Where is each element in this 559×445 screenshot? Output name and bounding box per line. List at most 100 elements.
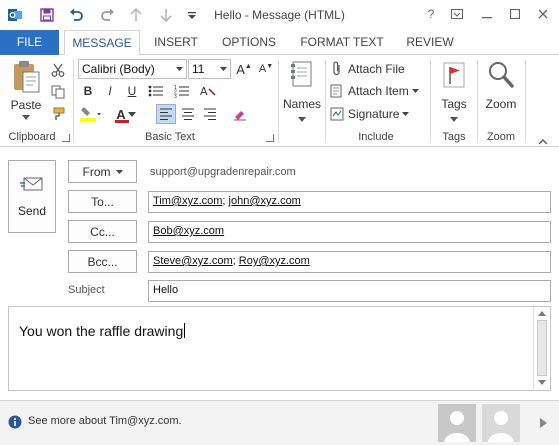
- redo-icon[interactable]: [98, 6, 116, 24]
- maximize-icon[interactable]: [504, 4, 526, 24]
- align-right-button[interactable]: [200, 104, 220, 124]
- copy-icon[interactable]: [48, 82, 68, 102]
- basic-text-launcher-icon[interactable]: [266, 134, 274, 142]
- paste-label: Paste: [10, 98, 42, 112]
- format-painter-icon[interactable]: [48, 104, 68, 124]
- font-size-value: 11: [192, 62, 205, 76]
- send-envelope-icon: [20, 175, 44, 196]
- signature-label: Signature: [348, 107, 400, 121]
- cut-icon[interactable]: [48, 60, 68, 80]
- close-icon[interactable]: [532, 4, 554, 24]
- undo-icon[interactable]: [67, 6, 85, 24]
- font-color-swatch: [115, 120, 129, 123]
- zoom-button[interactable]: Zoom: [480, 60, 522, 111]
- scroll-down-icon[interactable]: [538, 380, 546, 385]
- bcc-button[interactable]: Bcc...: [68, 250, 137, 273]
- svg-text:A: A: [200, 85, 208, 98]
- tags-button[interactable]: Tags: [434, 60, 474, 122]
- bullets-icon[interactable]: [146, 81, 166, 101]
- underline-button[interactable]: U: [122, 81, 142, 101]
- tags-label: Tags: [441, 97, 467, 111]
- from-button[interactable]: From: [68, 160, 137, 183]
- recipient[interactable]: Tim@xyz.com: [153, 195, 222, 207]
- recipient[interactable]: Bob@xyz.com: [153, 225, 224, 237]
- address-book-icon: [289, 60, 315, 93]
- to-field[interactable]: Tim@xyz.com; john@xyz.com: [148, 191, 551, 213]
- italic-button[interactable]: I: [100, 81, 120, 101]
- font-name-combo[interactable]: Calibri (Body): [78, 59, 187, 79]
- bold-button[interactable]: B: [78, 81, 98, 101]
- group-divider: [325, 60, 326, 143]
- align-left-button[interactable]: [156, 104, 176, 124]
- see-more-link[interactable]: See more about Tim@xyz.com.: [28, 415, 182, 427]
- to-button[interactable]: To...: [68, 190, 137, 213]
- recipient[interactable]: john@xyz.com: [229, 195, 301, 207]
- send-label: Send: [17, 204, 47, 218]
- chevron-down-icon: [220, 67, 227, 71]
- paperclip-icon: [330, 61, 348, 77]
- tab-options[interactable]: OPTIONS: [214, 30, 284, 55]
- clear-formatting-icon[interactable]: A: [198, 81, 218, 101]
- group-divider: [525, 60, 526, 143]
- attach-file-button[interactable]: Attach File: [330, 59, 405, 79]
- chevron-down-icon: [176, 67, 183, 71]
- subject-label: Subject: [68, 284, 105, 296]
- paste-button[interactable]: Paste: [6, 60, 46, 120]
- bcc-field[interactable]: Steve@xyz.com; Roy@xyz.com: [148, 251, 551, 273]
- include-group-label: Include: [358, 131, 394, 143]
- message-body[interactable]: You won the raffle drawing: [8, 306, 551, 391]
- chevron-down-icon: [22, 115, 30, 120]
- attach-item-label: Attach Item: [348, 84, 409, 98]
- scroll-thumb[interactable]: [537, 320, 547, 376]
- collapse-ribbon-icon[interactable]: [538, 134, 548, 145]
- body-scrollbar[interactable]: [533, 307, 550, 390]
- names-button[interactable]: Names: [282, 60, 322, 122]
- grow-font-icon[interactable]: A ▲: [234, 59, 254, 79]
- recipient[interactable]: Roy@xyz.com: [239, 255, 310, 267]
- cc-button[interactable]: Cc...: [68, 220, 137, 243]
- align-center-button[interactable]: [178, 104, 198, 124]
- numbering-icon[interactable]: 123: [172, 81, 192, 101]
- group-divider: [477, 60, 478, 143]
- cc-field[interactable]: Bob@xyz.com: [148, 221, 551, 243]
- svg-text:3: 3: [174, 94, 177, 98]
- group-divider: [430, 60, 431, 143]
- attach-item-button[interactable]: Attach Item: [330, 81, 419, 101]
- signature-icon: [330, 106, 348, 122]
- down-arrow-icon[interactable]: [157, 6, 175, 24]
- chevron-down-icon: [450, 117, 458, 122]
- tab-review[interactable]: REVIEW: [398, 30, 462, 55]
- tags-group-label: Tags: [442, 131, 466, 143]
- recipient[interactable]: Steve@xyz.com: [153, 255, 233, 267]
- ribbon-display-icon[interactable]: [446, 4, 468, 24]
- paste-icon: [11, 60, 41, 97]
- tab-insert[interactable]: INSERT: [146, 30, 206, 55]
- tab-message[interactable]: MESSAGE: [64, 30, 140, 56]
- font-color-button[interactable]: A: [112, 104, 140, 124]
- avatar[interactable]: [482, 404, 520, 442]
- attach-file-label: Attach File: [348, 62, 405, 76]
- signature-button[interactable]: Signature: [330, 104, 410, 124]
- basic-text-group-label: Basic Text: [145, 131, 195, 143]
- tab-format-text[interactable]: FORMAT TEXT: [294, 30, 390, 55]
- shrink-font-icon[interactable]: A ▼: [256, 59, 276, 79]
- highlight-color-button[interactable]: [78, 104, 104, 124]
- send-button[interactable]: Send: [8, 160, 56, 233]
- avatar[interactable]: [438, 404, 476, 442]
- names-label: Names: [282, 97, 321, 111]
- chevron-down-icon: [411, 89, 419, 93]
- tab-file[interactable]: FILE: [0, 30, 59, 55]
- clipboard-launcher-icon[interactable]: [62, 134, 70, 142]
- customize-icon[interactable]: [183, 6, 201, 24]
- scroll-up-icon[interactable]: [538, 311, 546, 316]
- minimize-icon[interactable]: [476, 4, 498, 24]
- font-size-combo[interactable]: 11: [188, 59, 231, 79]
- up-arrow-icon[interactable]: [127, 6, 145, 24]
- help-icon[interactable]: ?: [420, 4, 442, 24]
- title-bar: Hello - Message (HTML) ?: [0, 0, 559, 30]
- indent-icon[interactable]: [230, 104, 250, 124]
- from-label: From: [82, 164, 111, 179]
- subject-field[interactable]: Hello: [148, 280, 551, 302]
- expand-pane-icon[interactable]: [540, 417, 547, 431]
- save-icon[interactable]: [38, 6, 56, 24]
